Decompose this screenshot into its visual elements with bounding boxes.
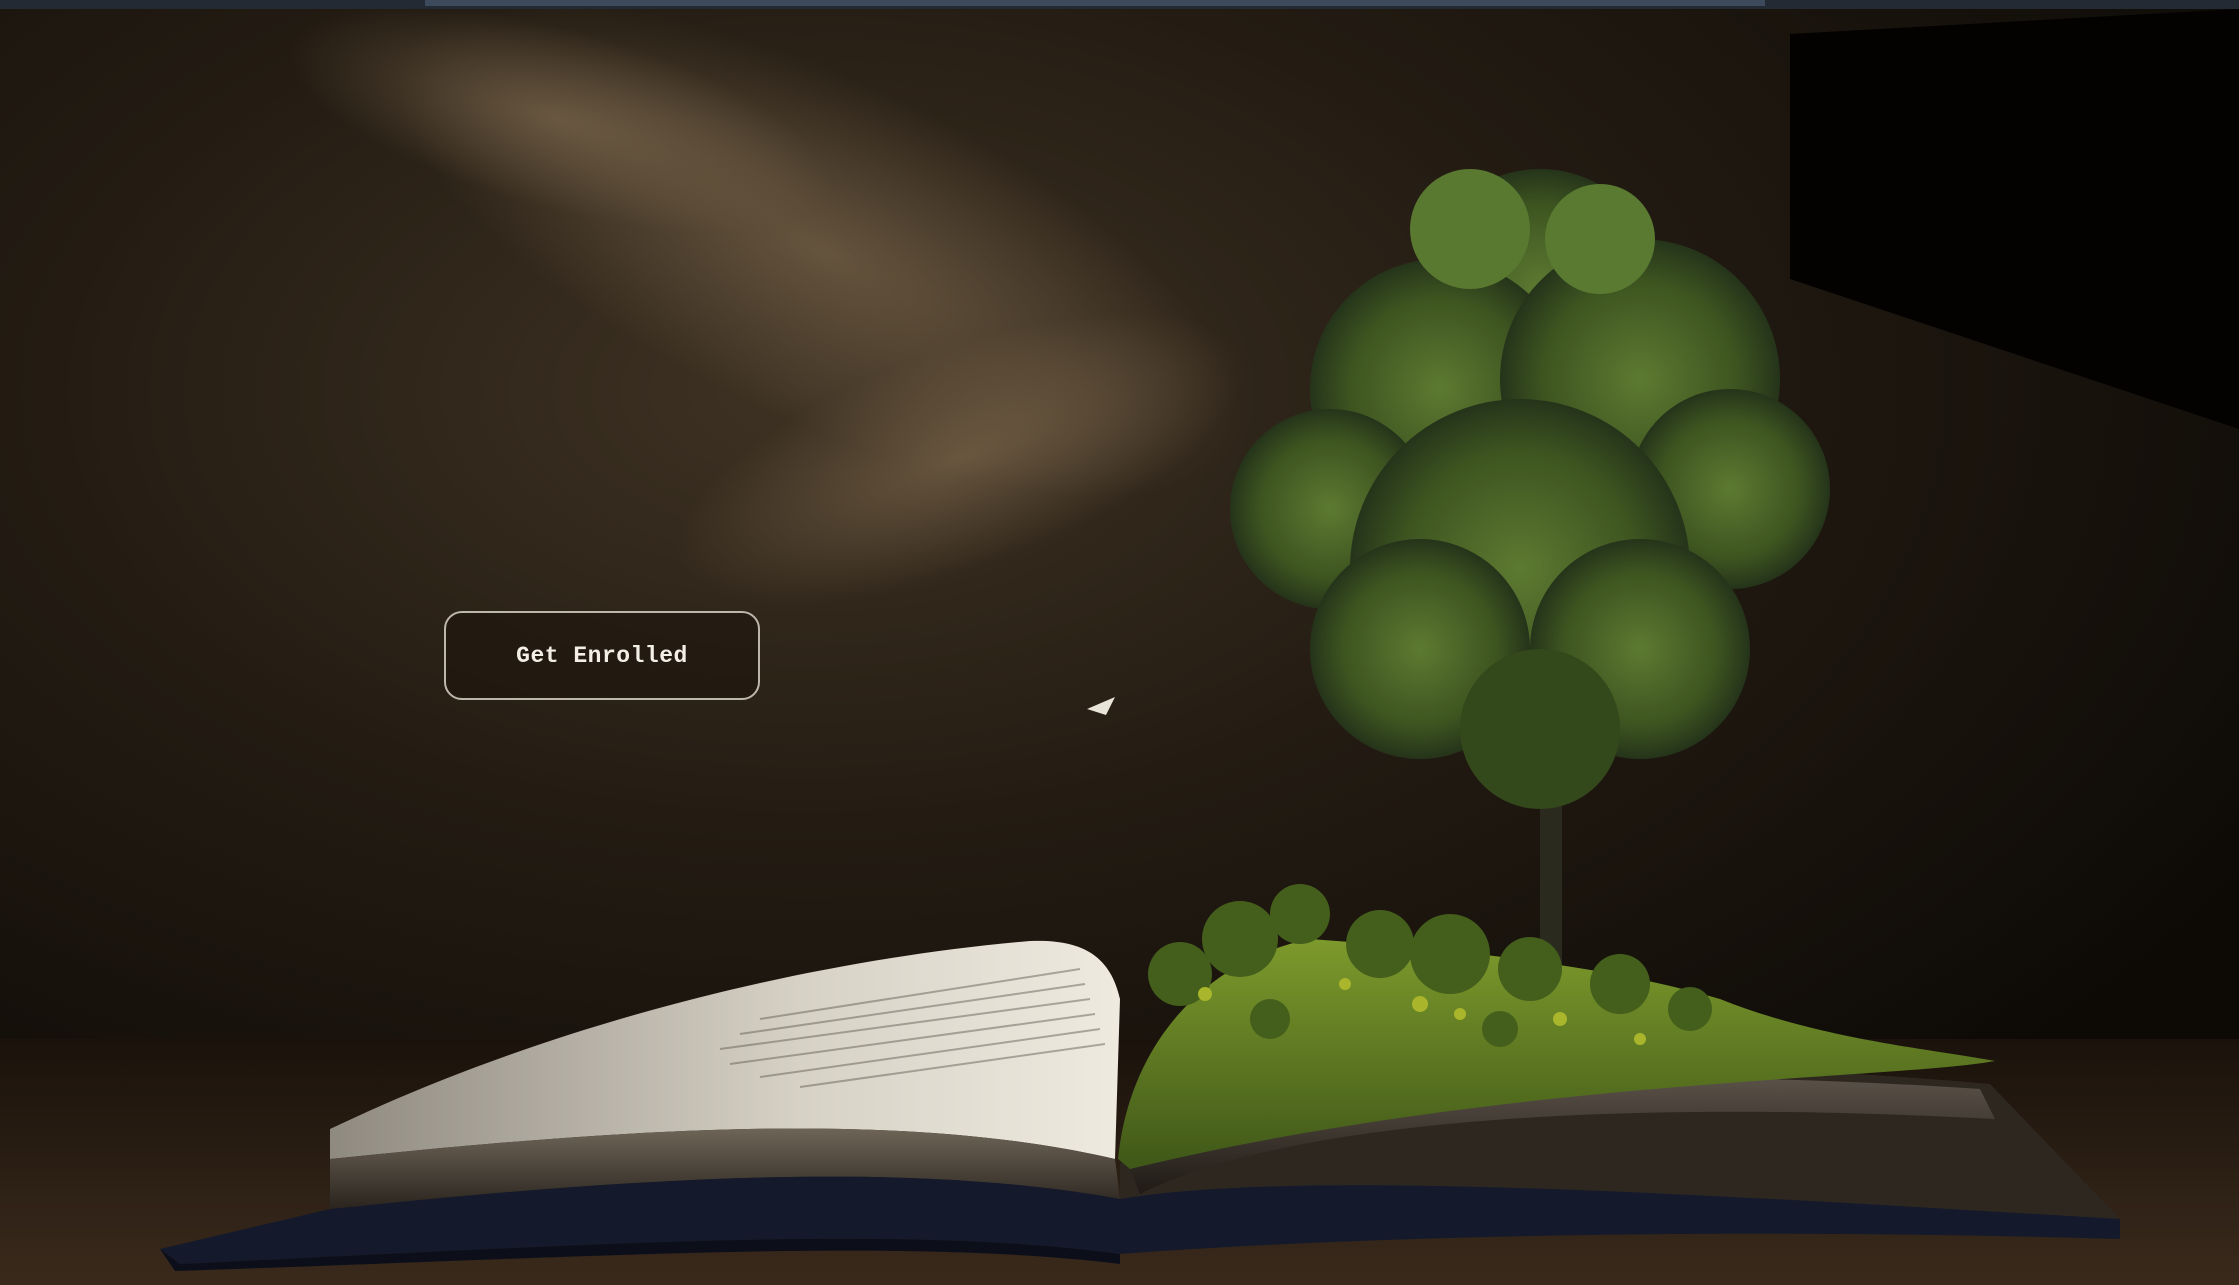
hero-background-image [0,9,2239,1285]
hero-section: Get Enrolled [0,9,2239,1285]
landing-page: Get Enrolled [0,0,2239,1285]
top-bar [0,0,2239,9]
top-bar-highlight [425,0,1765,6]
get-enrolled-button[interactable]: Get Enrolled [444,611,760,700]
